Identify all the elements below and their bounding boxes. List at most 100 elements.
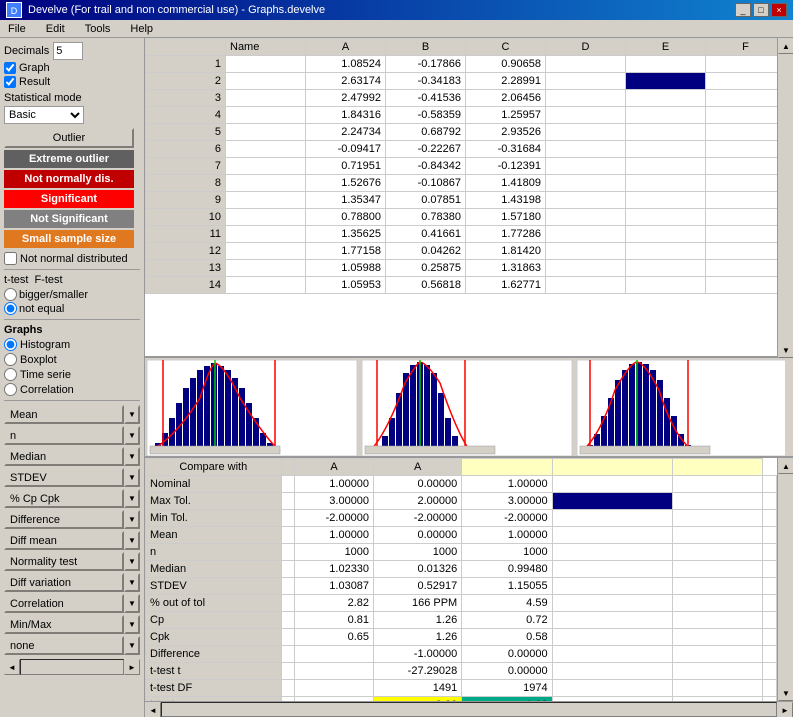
radio-time-serie[interactable] [4,368,17,381]
stdev-arrow[interactable]: ▼ [124,468,140,487]
stats-extra1 [552,544,672,561]
decimals-input[interactable]: 5 [53,42,83,60]
table-cell: 1.05953 [306,277,386,294]
n-label: n [4,426,124,445]
mean-arrow[interactable]: ▼ [124,405,140,424]
scroll-up-btn[interactable]: ▲ [778,38,793,54]
table-cell: 1.08524 [306,56,386,73]
table-row: 131.059880.258751.31863 [146,260,778,277]
stats-v3: 1.00000 [462,476,552,493]
radio-histogram[interactable] [4,338,17,351]
left-panel: Decimals 5 Graph Result Statistical mode… [0,38,145,717]
histogram-svg [145,358,785,458]
compare-extra3 [673,459,763,476]
none-arrow[interactable]: ▼ [124,636,140,655]
outlier-section: Outlier Extreme outlier Not normally dis… [4,128,140,248]
menu-bar: File Edit Tools Help [0,20,793,38]
scroll-down-stats-btn[interactable]: ▼ [778,685,793,701]
table-cell [706,260,778,277]
right-scrollbar-bottom: ▲ ▼ [777,458,793,701]
stats-v1: 1.03087 [295,578,374,595]
table-row: 70.71951-0.84342-0.12391 [146,158,778,175]
table-cell: -0.12391 [466,158,546,175]
diff-mean-arrow[interactable]: ▼ [124,531,140,550]
stats-v1 [295,663,374,680]
none-label: none [4,636,124,655]
stat-mode-select[interactable]: Basic [4,106,84,124]
stats-extra1 [552,612,672,629]
radio-group: bigger/smaller not equal [4,288,140,315]
extreme-outlier-item: Extreme outlier [4,150,134,168]
menu-tools[interactable]: Tools [81,22,115,36]
table-cell: 1.25957 [466,107,546,124]
outlier-button[interactable]: Outlier [4,128,134,148]
stats-row-label: t-test DF [146,680,282,697]
table-cell: 10 [146,209,226,226]
difference-label: Difference [4,510,124,529]
table-cell: 1.31863 [466,260,546,277]
scroll-left-btn[interactable]: ◄ [4,659,20,675]
stats-spacer [281,663,295,680]
radio-not-equal[interactable] [4,302,17,315]
menu-file[interactable]: File [4,22,30,36]
table-cell [546,56,626,73]
cpk-arrow[interactable]: ▼ [124,489,140,508]
n-arrow[interactable]: ▼ [124,426,140,445]
table-cell: 0.68792 [386,124,466,141]
stats-v3: 3.00000 [462,493,552,510]
stats-v2: 1.26 [374,612,462,629]
table-cell: 1.35625 [306,226,386,243]
minimize-button[interactable]: _ [735,3,751,17]
stats-extra1 [552,663,672,680]
not-normal-checkbox[interactable] [4,252,17,265]
table-row: 81.52676-0.108671.41809 [146,175,778,192]
correlation-arrow[interactable]: ▼ [124,594,140,613]
stats-row-label: Median [146,561,282,578]
decimals-label: Decimals [4,45,49,57]
scrollbar-track [20,659,124,675]
stats-v1: 3.00000 [295,493,374,510]
scroll-right-btn[interactable]: ► [124,659,140,675]
minmax-arrow[interactable]: ▼ [124,615,140,634]
radio-bigger-smaller[interactable] [4,288,17,301]
scroll-up-stats-btn[interactable]: ▲ [778,458,793,474]
stats-row: Mean1.000000.000001.00000 [146,527,777,544]
stats-extra1 [552,578,672,595]
col-header-A: A [306,39,386,56]
menu-edit[interactable]: Edit [42,22,69,36]
table-cell [546,141,626,158]
minmax-label: Min/Max [4,615,124,634]
normality-arrow[interactable]: ▼ [124,552,140,571]
stats-table-container[interactable]: Compare with A A Nominal1.000000.000001.… [145,458,777,701]
table-cell: -0.17866 [386,56,466,73]
table-cell: 1 [146,56,226,73]
table-cell [626,260,706,277]
hscroll-left-btn[interactable]: ◄ [145,702,161,717]
table-row: 141.059530.568181.62771 [146,277,778,294]
diff-variation-arrow[interactable]: ▼ [124,573,140,592]
stats-row-label: t-test t [146,663,282,680]
table-row: 91.353470.078511.43198 [146,192,778,209]
table-cell: 1.62771 [466,277,546,294]
radio-boxplot[interactable] [4,353,17,366]
median-arrow[interactable]: ▼ [124,447,140,466]
table-cell [626,192,706,209]
ftest-label: F-test [34,274,62,286]
stats-row-label: % out of tol [146,595,282,612]
graph-checkbox[interactable] [4,62,16,74]
menu-help[interactable]: Help [126,22,157,36]
difference-arrow[interactable]: ▼ [124,510,140,529]
stats-row: t-test DF14911974 [146,680,777,697]
maximize-button[interactable]: □ [753,3,769,17]
radio-correlation[interactable] [4,383,17,396]
stats-row: Min Tol.-2.00000-2.00000-2.00000 [146,510,777,527]
data-table-container[interactable]: Name A B C D E F G 11.08524-0.178660.906… [145,38,777,358]
result-checkbox[interactable] [4,76,16,88]
table-cell [546,175,626,192]
scroll-down-btn[interactable]: ▼ [778,342,793,358]
table-cell [626,175,706,192]
boxplot-label: Boxplot [20,354,57,366]
hscroll-right-btn[interactable]: ► [777,702,793,717]
none-dropdown-row: none ▼ [4,636,140,655]
close-button[interactable]: × [771,3,787,17]
